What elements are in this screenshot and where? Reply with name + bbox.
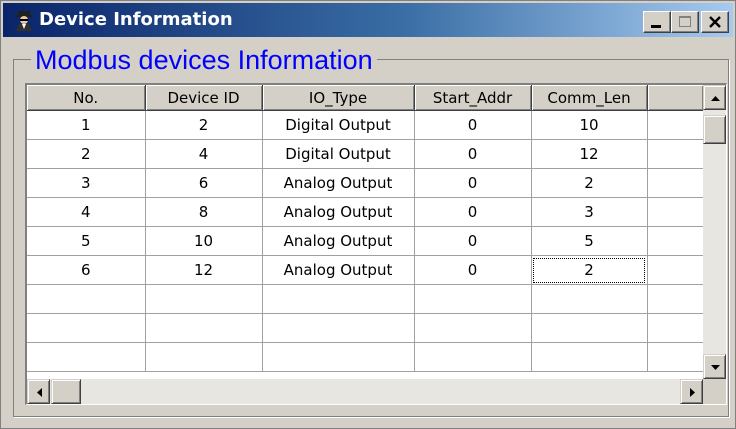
cell-no[interactable]: 6 bbox=[27, 255, 146, 285]
cell-empty[interactable] bbox=[647, 313, 704, 343]
cell-empty[interactable] bbox=[647, 168, 704, 198]
horizontal-scroll-thumb[interactable] bbox=[51, 379, 81, 404]
window-title: Device Information bbox=[39, 9, 233, 30]
cell-no[interactable]: 5 bbox=[27, 226, 146, 256]
arrow-down-icon bbox=[711, 365, 720, 370]
cell-empty[interactable] bbox=[145, 284, 263, 314]
scroll-left-button[interactable] bbox=[27, 379, 50, 404]
group-title: Modbus devices Information bbox=[31, 45, 377, 75]
table-row[interactable]: 4 8 Analog Output 0 3 bbox=[27, 197, 704, 227]
cell-empty[interactable] bbox=[647, 197, 704, 227]
table-row[interactable]: 1 2 Digital Output 0 10 bbox=[27, 110, 704, 140]
cell-empty[interactable] bbox=[647, 110, 704, 140]
device-information-window: Device Information Modbus devices Inform… bbox=[0, 0, 736, 429]
cell-comm-len[interactable]: 12 bbox=[531, 139, 648, 169]
arrow-right-icon bbox=[690, 388, 695, 397]
cell-empty[interactable] bbox=[414, 313, 532, 343]
cell-empty[interactable] bbox=[531, 313, 648, 343]
cell-empty[interactable] bbox=[647, 255, 704, 285]
cell-comm-len[interactable]: 5 bbox=[531, 226, 648, 256]
column-header-device-id[interactable]: Device ID bbox=[145, 85, 263, 111]
minimize-icon bbox=[651, 25, 661, 28]
cell-io-type[interactable]: Digital Output bbox=[262, 139, 415, 169]
cell-device-id[interactable]: 2 bbox=[145, 110, 263, 140]
vertical-scroll-thumb[interactable] bbox=[703, 115, 726, 144]
cell-io-type[interactable]: Analog Output bbox=[262, 197, 415, 227]
close-button[interactable] bbox=[701, 11, 729, 33]
devices-table: No. Device ID IO_Type Start_Addr Comm_Le… bbox=[27, 85, 704, 372]
cell-io-type[interactable]: Analog Output bbox=[262, 255, 415, 285]
cell-empty[interactable] bbox=[262, 313, 415, 343]
cell-empty[interactable] bbox=[27, 313, 146, 343]
empty-row[interactable] bbox=[27, 284, 704, 314]
cell-comm-len[interactable]: 10 bbox=[531, 110, 648, 140]
title-bar[interactable]: Device Information bbox=[3, 3, 733, 37]
cell-device-id[interactable]: 4 bbox=[145, 139, 263, 169]
cell-empty[interactable] bbox=[414, 284, 532, 314]
cell-comm-len[interactable]: 3 bbox=[531, 197, 648, 227]
cell-start-addr[interactable]: 0 bbox=[414, 226, 532, 256]
scroll-down-button[interactable] bbox=[703, 354, 726, 379]
cell-io-type[interactable]: Digital Output bbox=[262, 110, 415, 140]
table-row[interactable]: 2 4 Digital Output 0 12 bbox=[27, 139, 704, 169]
column-header-start-addr[interactable]: Start_Addr bbox=[414, 85, 532, 111]
table-row[interactable]: 6 12 Analog Output 0 2 bbox=[27, 255, 704, 285]
scroll-right-button[interactable] bbox=[680, 379, 703, 404]
horizontal-scrollbar[interactable] bbox=[27, 379, 703, 404]
cell-comm-len[interactable]: 2 bbox=[531, 168, 648, 198]
cell-no[interactable]: 1 bbox=[27, 110, 146, 140]
cell-start-addr[interactable]: 0 bbox=[414, 110, 532, 140]
column-header-io-type[interactable]: IO_Type bbox=[262, 85, 415, 111]
cell-empty[interactable] bbox=[414, 342, 532, 372]
cell-device-id[interactable]: 8 bbox=[145, 197, 263, 227]
cell-comm-len-focused[interactable]: 2 bbox=[531, 255, 648, 285]
cell-start-addr[interactable]: 0 bbox=[414, 255, 532, 285]
cell-io-type[interactable]: Analog Output bbox=[262, 168, 415, 198]
devices-grid[interactable]: No. Device ID IO_Type Start_Addr Comm_Le… bbox=[25, 83, 727, 405]
cell-empty[interactable] bbox=[647, 139, 704, 169]
cell-start-addr[interactable]: 0 bbox=[414, 139, 532, 169]
arrow-up-icon bbox=[711, 96, 720, 101]
scrollbar-corner bbox=[703, 379, 726, 404]
cell-start-addr[interactable]: 0 bbox=[414, 168, 532, 198]
column-header-no[interactable]: No. bbox=[27, 85, 146, 111]
cell-empty[interactable] bbox=[647, 284, 704, 314]
scroll-up-button[interactable] bbox=[703, 85, 726, 110]
empty-row[interactable] bbox=[27, 342, 704, 372]
cell-start-addr[interactable]: 0 bbox=[414, 197, 532, 227]
header-row: No. Device ID IO_Type Start_Addr Comm_Le… bbox=[27, 85, 704, 111]
cell-no[interactable]: 3 bbox=[27, 168, 146, 198]
cell-device-id[interactable]: 10 bbox=[145, 226, 263, 256]
cell-empty[interactable] bbox=[262, 284, 415, 314]
arrow-left-icon bbox=[37, 388, 42, 397]
cell-empty[interactable] bbox=[647, 226, 704, 256]
empty-row[interactable] bbox=[27, 313, 704, 343]
table-row[interactable]: 3 6 Analog Output 0 2 bbox=[27, 168, 704, 198]
column-header-empty bbox=[647, 85, 704, 111]
vertical-scrollbar[interactable] bbox=[703, 85, 726, 379]
cell-no[interactable]: 2 bbox=[27, 139, 146, 169]
cell-device-id[interactable]: 6 bbox=[145, 168, 263, 198]
cell-empty[interactable] bbox=[27, 342, 146, 372]
maximize-button[interactable] bbox=[671, 11, 699, 33]
close-icon bbox=[709, 16, 721, 28]
column-header-comm-len[interactable]: Comm_Len bbox=[531, 85, 648, 111]
minimize-button[interactable] bbox=[643, 11, 671, 33]
cell-io-type[interactable]: Analog Output bbox=[262, 226, 415, 256]
cell-empty[interactable] bbox=[145, 313, 263, 343]
cell-empty[interactable] bbox=[27, 284, 146, 314]
cell-empty[interactable] bbox=[262, 342, 415, 372]
cell-empty[interactable] bbox=[647, 342, 704, 372]
table-row[interactable]: 5 10 Analog Output 0 5 bbox=[27, 226, 704, 256]
cell-no[interactable]: 4 bbox=[27, 197, 146, 227]
maximize-icon bbox=[679, 16, 691, 27]
cell-empty[interactable] bbox=[145, 342, 263, 372]
cell-device-id[interactable]: 12 bbox=[145, 255, 263, 285]
spy-agent-icon bbox=[15, 11, 33, 31]
cell-empty[interactable] bbox=[531, 284, 648, 314]
cell-empty[interactable] bbox=[531, 342, 648, 372]
